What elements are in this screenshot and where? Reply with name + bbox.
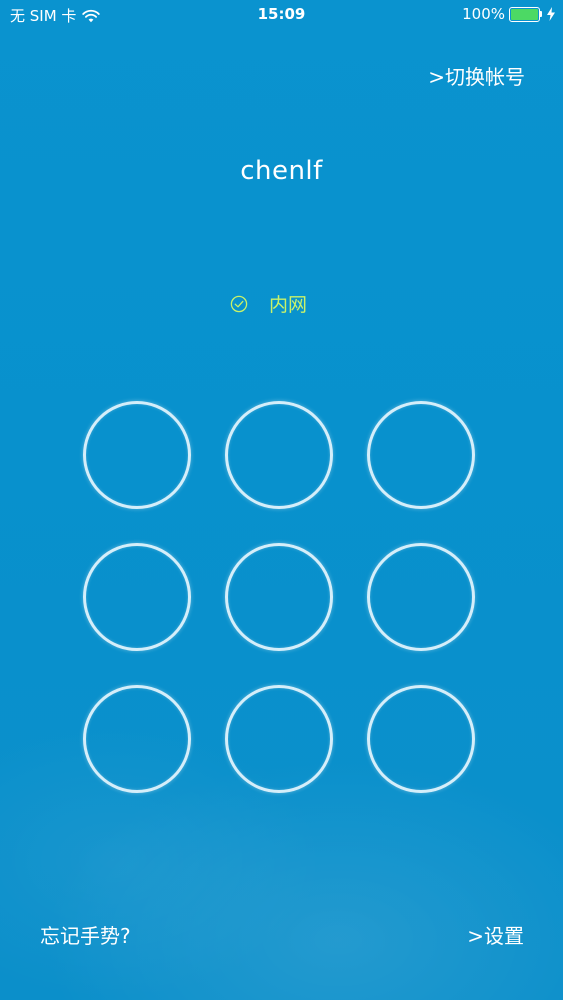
battery-icon xyxy=(509,6,543,22)
gesture-node-5[interactable] xyxy=(225,543,333,651)
gesture-node-2[interactable] xyxy=(225,401,333,509)
charging-bolt-icon xyxy=(547,7,555,21)
network-option[interactable]: 内网 xyxy=(230,290,307,317)
gesture-node-8[interactable] xyxy=(225,685,333,793)
gesture-node-1[interactable] xyxy=(83,401,191,509)
battery-percentage: 100% xyxy=(462,5,505,23)
check-circle-icon xyxy=(230,295,248,312)
username-label: chenlf xyxy=(240,156,323,186)
forgot-gesture-link[interactable]: 忘记手势? xyxy=(40,920,131,949)
gesture-node-9[interactable] xyxy=(367,685,475,793)
status-bar: 无 SIM 卡 15:09 100% xyxy=(0,0,563,30)
gesture-node-7[interactable] xyxy=(83,685,191,793)
settings-link[interactable]: >设置 xyxy=(467,920,524,949)
network-label: 内网 xyxy=(269,294,308,316)
switch-account-link[interactable]: >切换帐号 xyxy=(428,61,525,90)
gesture-node-3[interactable] xyxy=(367,401,475,509)
gesture-node-4[interactable] xyxy=(83,543,191,651)
gesture-pattern-grid[interactable] xyxy=(83,401,475,793)
gesture-node-6[interactable] xyxy=(367,543,475,651)
battery-fill xyxy=(511,8,538,20)
status-right: 100% xyxy=(462,5,555,23)
